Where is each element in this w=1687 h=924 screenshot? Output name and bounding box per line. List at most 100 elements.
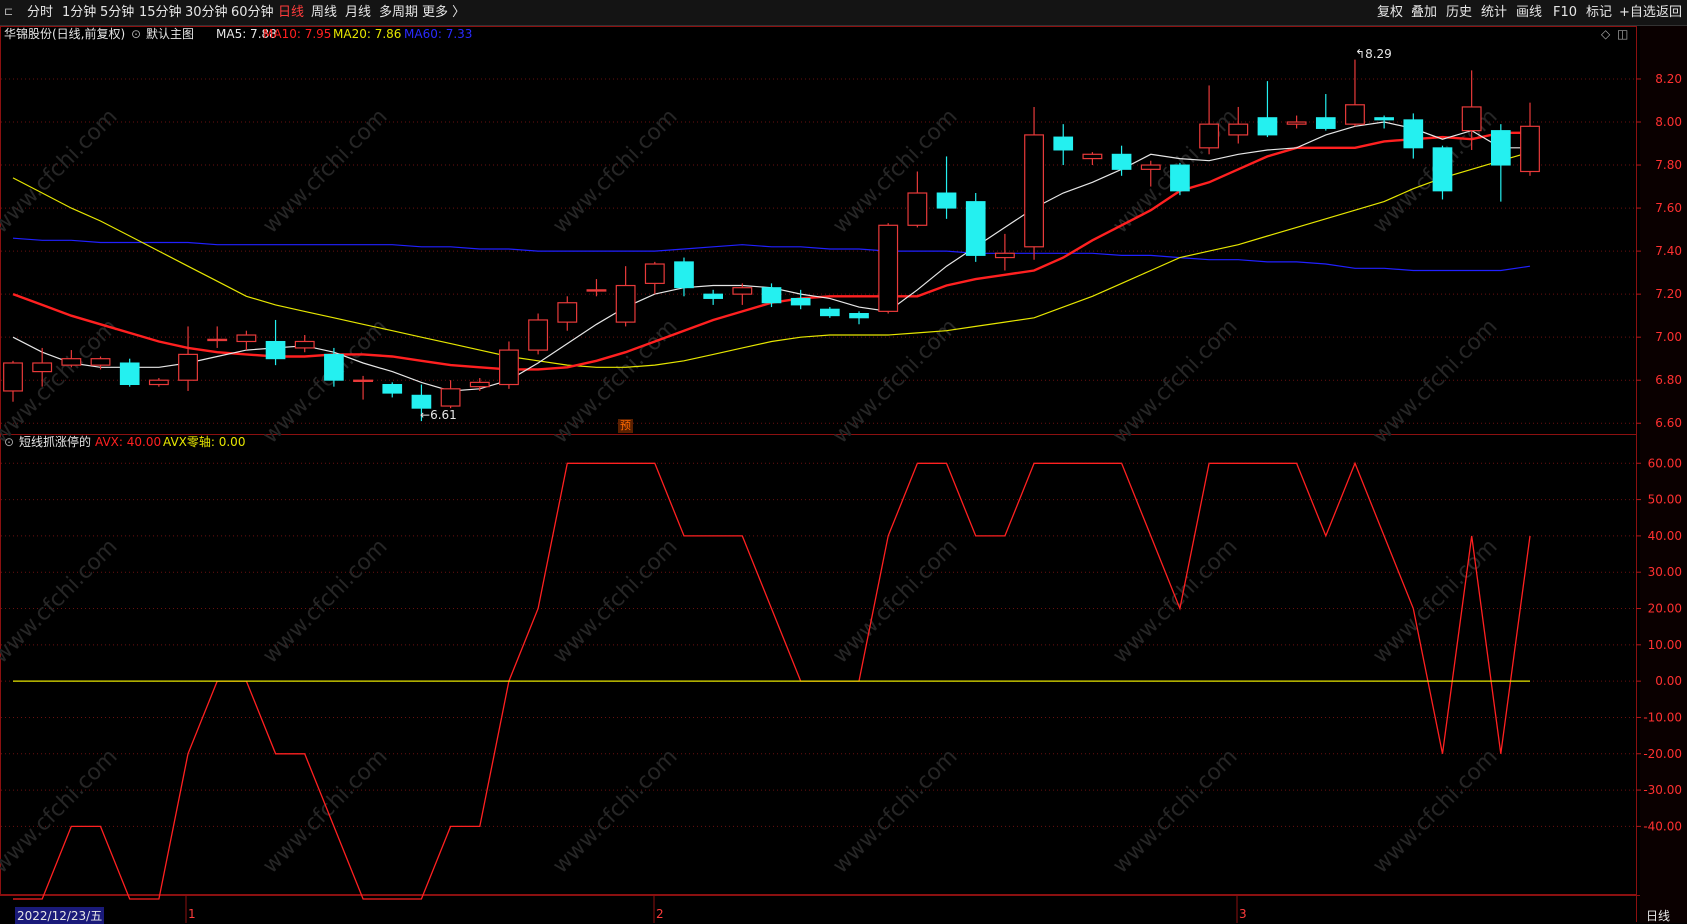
panel-settings-icon[interactable]: ◫ — [1617, 27, 1628, 41]
ma5-line — [12, 121, 1530, 392]
candle-30 — [878, 223, 899, 314]
candle-body-7 — [207, 338, 228, 342]
candle-body-8 — [236, 334, 257, 343]
candle-46 — [1345, 59, 1365, 127]
ma60-value: MA60: 7.33 — [404, 27, 473, 41]
candle-49 — [1432, 145, 1453, 200]
candle-body-40 — [1170, 164, 1190, 192]
watermark-12: www.cfchi.com — [0, 534, 123, 668]
candle-29 — [849, 311, 869, 325]
candle-52 — [1520, 102, 1540, 176]
candle-body-12 — [353, 379, 374, 383]
month-marker-mar: 3 — [1239, 907, 1247, 921]
candle-body-44 — [1286, 121, 1307, 125]
candle-32 — [936, 156, 957, 219]
watermark-13: www.cfchi.com — [258, 534, 392, 668]
period-label[interactable]: 日线 — [1646, 907, 1670, 924]
period-toolbar: ⊏ 分时 1分钟 5分钟 15分钟 30分钟 60分钟 日线 周线 月线 多周期 更多 〉 复权 叠加… — [0, 0, 1687, 26]
candle-48 — [1403, 113, 1424, 159]
tool-button-7[interactable]: +自选 — [1619, 5, 1656, 21]
period-tab-4[interactable]: 30分钟 — [185, 5, 228, 21]
main-tick-label-7: 6.80 — [1655, 373, 1682, 387]
candle-40 — [1170, 162, 1190, 196]
month-marker-feb: 2 — [656, 907, 664, 921]
candle-25 — [732, 283, 753, 305]
tool-button-0[interactable]: 复权 — [1377, 5, 1403, 21]
tool-button-2[interactable]: 历史 — [1446, 5, 1472, 21]
sub-tick-label-10: -40.00 — [1643, 819, 1682, 833]
candle-36 — [1053, 124, 1074, 166]
candle-24 — [703, 289, 723, 305]
template-selector-icon[interactable]: ⊙ — [131, 27, 141, 41]
main-tick-label-1: 8.00 — [1655, 115, 1682, 129]
main-tick-label-5: 7.20 — [1655, 287, 1682, 301]
tool-button-3[interactable]: 统计 — [1481, 5, 1507, 21]
candle-body-37 — [1082, 153, 1103, 160]
period-tab-7[interactable]: 周线 — [311, 5, 337, 21]
candle-body-39 — [1140, 164, 1161, 170]
avx-value: AVX: 40.00 — [95, 435, 162, 449]
watermark-16: www.cfchi.com — [1108, 534, 1242, 668]
candle-body-1 — [32, 362, 53, 373]
template-name[interactable]: 默认主图 — [146, 27, 194, 41]
candle-body-9 — [265, 340, 286, 360]
candle-body-47 — [1374, 117, 1394, 121]
candle-43 — [1257, 81, 1278, 138]
sub-tick-label-9: -30.00 — [1643, 783, 1682, 797]
candle-body-15 — [440, 388, 461, 407]
candle-body-16 — [469, 381, 490, 388]
watermark-21: www.cfchi.com — [828, 744, 962, 878]
candle-body-5 — [148, 379, 169, 386]
candle-body-28 — [820, 308, 840, 317]
preview-badge: 预 — [618, 419, 633, 433]
candle-45 — [1315, 94, 1336, 131]
main-tick-label-3: 7.60 — [1655, 201, 1682, 215]
toggle-panel-icon[interactable]: ⊏ — [4, 5, 13, 18]
period-tab-10[interactable]: 更多 〉 — [422, 5, 465, 21]
tool-button-6[interactable]: 标记 — [1586, 5, 1612, 21]
tool-button-4[interactable]: 画线 — [1516, 5, 1542, 21]
main-tick-label-6: 7.00 — [1655, 330, 1682, 344]
candle-9 — [265, 319, 286, 366]
low-price-label: ←6.61 — [420, 408, 457, 422]
candle-body-27 — [790, 297, 811, 306]
watermark-14: www.cfchi.com — [548, 534, 682, 668]
candle-body-36 — [1053, 136, 1074, 151]
kline-chart[interactable]: 8.20 8.00 7.80 7.60 7.40 7.20 7.00 6.80 6.60 60.0… — [0, 26, 1687, 923]
candle-35 — [1024, 106, 1044, 260]
watermark-20: www.cfchi.com — [548, 744, 682, 878]
sub-tick-label-5: 10.00 — [1648, 638, 1682, 652]
candle-body-50 — [1461, 106, 1482, 132]
indicator-selector-icon[interactable]: ⊙ — [4, 435, 14, 449]
period-tab-3[interactable]: 15分钟 — [139, 5, 182, 21]
period-tab-0[interactable]: 分时 — [27, 5, 53, 21]
candle-body-46 — [1345, 104, 1365, 125]
tool-button-8[interactable]: 返回 — [1656, 5, 1682, 21]
ma20-value: MA20: 7.86 — [333, 27, 402, 41]
tool-button-1[interactable]: 叠加 — [1411, 5, 1437, 21]
period-tab-5[interactable]: 60分钟 — [231, 5, 274, 21]
period-tab-1[interactable]: 1分钟 — [62, 5, 96, 21]
period-tab-8[interactable]: 月线 — [345, 5, 371, 21]
main-tick-label-0: 8.20 — [1655, 72, 1682, 86]
candle-body-21 — [615, 284, 636, 323]
candle-body-25 — [732, 287, 753, 295]
period-tab-2[interactable]: 5分钟 — [100, 5, 134, 21]
period-tab-6[interactable]: 日线 — [278, 5, 304, 21]
period-tab-9[interactable]: 多周期 — [379, 5, 418, 21]
candle-37 — [1082, 152, 1103, 166]
watermark-19: www.cfchi.com — [258, 744, 392, 878]
candle-body-19 — [557, 302, 578, 323]
tool-button-5[interactable]: F10 — [1553, 5, 1577, 21]
candle-body-18 — [528, 319, 549, 351]
candle-body-4 — [119, 362, 140, 386]
candle-body-43 — [1257, 117, 1278, 136]
sub-panel-frame — [0, 434, 1637, 895]
candle-21 — [615, 266, 636, 327]
diamond-icon[interactable]: ◇ — [1601, 27, 1610, 41]
sub-tick-label-7: -10.00 — [1643, 710, 1682, 724]
indicator-name[interactable]: 短线抓涨停的 — [19, 435, 91, 449]
candle-8 — [236, 330, 257, 351]
candle-12 — [353, 375, 374, 400]
candle-body-11 — [324, 353, 344, 381]
